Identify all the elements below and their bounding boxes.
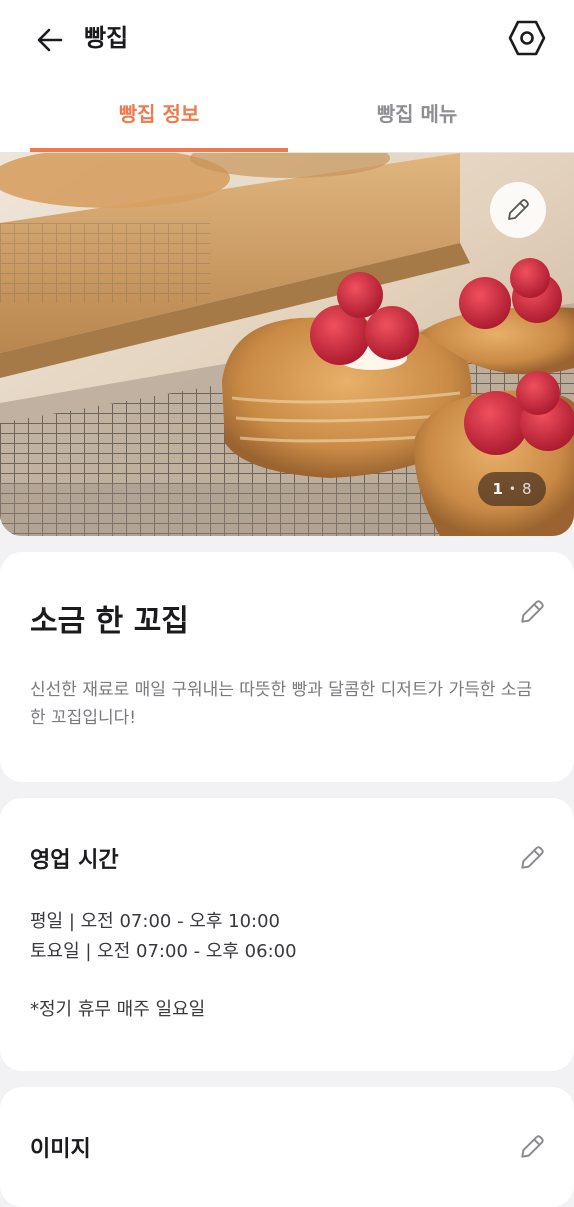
shop-description: 신선한 재료로 매일 구워내는 따뜻한 빵과 달콤한 디저트가 가득한 소금 한… xyxy=(30,680,533,728)
edit-images-button[interactable] xyxy=(512,1127,552,1167)
saturday-hours: 토요일 | 오전 07:00 - 오후 06:00 xyxy=(30,941,297,962)
image-counter: 1 • 8 xyxy=(478,472,546,506)
settings-button[interactable] xyxy=(505,16,549,60)
arrow-left-icon xyxy=(37,28,63,52)
pencil-icon xyxy=(521,600,544,623)
pencil-icon xyxy=(521,1135,544,1158)
business-hours-card: 영업 시간 평일 | 오전 07:00 - 오후 10:00 토요일 | 오전 … xyxy=(0,798,574,1071)
image-counter-separator: • xyxy=(508,482,516,496)
weekday-hours: 평일 | 오전 07:00 - 오후 10:00 xyxy=(30,911,280,932)
tab-bar: 빵집 정보 빵집 메뉴 xyxy=(0,76,574,153)
image-counter-current: 1 xyxy=(492,480,503,498)
tab-indicator xyxy=(30,148,288,152)
pencil-icon xyxy=(521,846,544,869)
tab-bakery-info[interactable]: 빵집 정보 xyxy=(30,76,288,152)
closed-day-note: *정기 휴무 매주 일요일 xyxy=(30,999,206,1020)
tab-bakery-menu[interactable]: 빵집 메뉴 xyxy=(288,76,546,152)
shop-info-card: 소금 한 꼬집 신선한 재료로 매일 구워내는 따뜻한 빵과 달콤한 디저트가 … xyxy=(0,552,574,782)
edit-hours-button[interactable] xyxy=(512,838,552,878)
shop-name: 소금 한 꼬집 xyxy=(30,604,189,639)
edit-shop-info-button[interactable] xyxy=(512,592,552,632)
images-card: 이미지 xyxy=(0,1087,574,1207)
image-counter-total: 8 xyxy=(521,480,532,498)
business-hours-title: 영업 시간 xyxy=(30,848,119,873)
back-button[interactable] xyxy=(30,20,70,60)
edit-photo-button[interactable] xyxy=(490,182,546,238)
page-title: 빵집 xyxy=(84,24,129,52)
top-bar: 빵집 xyxy=(0,0,574,76)
pencil-icon xyxy=(508,199,529,220)
hexagon-settings-icon xyxy=(508,20,546,56)
